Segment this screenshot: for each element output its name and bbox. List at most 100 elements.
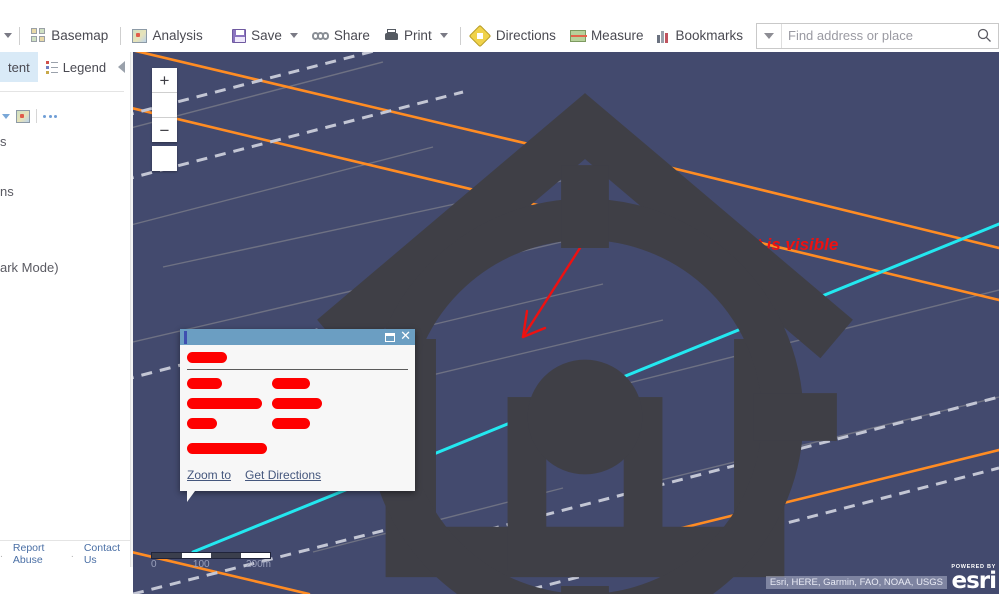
redacted-text (187, 378, 222, 389)
analysis-icon (132, 28, 148, 43)
map-attribution[interactable]: Esri, HERE, Garmin, FAO, NOAA, USGS (765, 576, 947, 589)
redacted-text (272, 378, 310, 389)
layer-item-1-label: s (0, 134, 7, 149)
layer-action-bar (0, 105, 130, 127)
chevron-down-icon[interactable] (2, 113, 10, 119)
table-cell (187, 443, 272, 454)
panel-footer: . Report Abuse . Contact Us (0, 540, 130, 567)
tab-legend-label: Legend (62, 59, 107, 75)
directions-label: Directions (495, 28, 556, 43)
tab-legend[interactable]: Legend (38, 52, 114, 82)
share-button[interactable]: Share (305, 25, 377, 46)
popup-attribute-table (187, 378, 408, 454)
scale-label-0: 0 (151, 559, 157, 570)
redacted-text (187, 443, 267, 454)
table-row (187, 398, 408, 409)
action-separator (36, 109, 37, 123)
top-toolbar: Basemap Analysis Save Share Print Direct… (0, 0, 999, 53)
table-cell (272, 418, 334, 429)
search-submit-button[interactable] (970, 24, 998, 48)
report-abuse-link[interactable]: Report Abuse (13, 542, 61, 566)
popup-accent-bar (184, 330, 187, 344)
expand-map-button[interactable] (982, 56, 995, 69)
popup-title-bar: ✕ (180, 329, 415, 345)
toolbar-overflow-caret[interactable] (0, 30, 14, 41)
layer-item-2[interactable]: ns (0, 183, 130, 201)
layer-item-3-label: ark Mode) (0, 260, 59, 275)
contact-us-link[interactable]: Contact Us (84, 542, 123, 566)
left-panel: tent Legend s ns ark Mode) . Report Abus… (0, 52, 131, 567)
get-directions-link[interactable]: Get Directions (245, 468, 321, 482)
table-row (187, 378, 408, 389)
home-button[interactable] (152, 93, 853, 578)
table-cell (272, 398, 334, 409)
popup-title-buttons: ✕ (385, 330, 411, 343)
chevron-down-icon (764, 32, 774, 39)
directions-icon (468, 24, 492, 47)
layer-options-icon[interactable] (43, 114, 57, 118)
analysis-label: Analysis (152, 28, 203, 43)
bookmarks-icon (657, 29, 670, 43)
panel-tabs: tent Legend (0, 52, 130, 82)
layer-item-2-label: ns (0, 184, 14, 199)
chevron-down-icon (289, 33, 298, 38)
collapse-panel-icon[interactable] (118, 61, 125, 73)
bookmarks-label: Bookmarks (675, 28, 743, 43)
table-cell (187, 398, 272, 409)
legend-icon (45, 60, 58, 74)
print-label: Print (403, 28, 432, 43)
table-cell (187, 418, 272, 429)
bookmarks-button[interactable]: Bookmarks (650, 25, 750, 46)
panel-divider (0, 91, 124, 92)
zoom-to-link[interactable]: Zoom to (187, 468, 231, 482)
redacted-text (187, 352, 227, 363)
footer-separator-2: . (70, 548, 74, 560)
map-canvas[interactable]: Segment is visible + − 0 100 200m Esri, … (133, 52, 999, 594)
table-cell (272, 378, 334, 389)
basemap-icon (31, 28, 46, 43)
scale-bar-labels: 0 100 200m (151, 559, 271, 570)
expand-icon (982, 56, 999, 594)
share-icon (311, 30, 329, 42)
toolbar-row: Basemap Analysis Save Share Print Direct… (0, 19, 999, 52)
esri-wordmark: esri (951, 568, 997, 594)
table-row (187, 418, 408, 429)
directions-button[interactable]: Directions (465, 24, 563, 47)
share-label: Share (333, 28, 370, 43)
zoom-controls: + − (152, 68, 853, 578)
analysis-button[interactable]: Analysis (125, 25, 209, 46)
scale-bar-segments (151, 552, 271, 559)
measure-button[interactable]: Measure (563, 25, 651, 46)
search-box (756, 22, 999, 49)
basemap-label: Basemap (51, 28, 109, 43)
chevron-down-icon (4, 33, 12, 38)
scale-label-2: 200m (245, 559, 271, 570)
tab-content-label: tent (8, 59, 30, 75)
layer-item-3[interactable]: ark Mode) (0, 259, 130, 277)
redacted-text (187, 398, 262, 409)
tab-content[interactable]: tent (0, 52, 38, 82)
table-row (187, 443, 408, 454)
print-button[interactable]: Print (377, 25, 455, 46)
redacted-text (272, 418, 310, 429)
measure-icon (569, 29, 587, 42)
search-icon (977, 28, 991, 42)
locate-button[interactable] (152, 146, 837, 594)
save-icon (232, 28, 247, 43)
chevron-down-icon (439, 33, 448, 38)
redacted-text (272, 398, 322, 409)
layer-thumbnail-icon[interactable] (16, 109, 30, 123)
scale-label-1: 100 (192, 559, 210, 570)
popup-maximize-icon[interactable] (385, 332, 396, 342)
close-icon[interactable]: ✕ (400, 330, 411, 343)
map-viewer-app: Basemap Analysis Save Share Print Direct… (0, 0, 999, 594)
footer-separator-1: . (0, 548, 3, 560)
layer-item-1[interactable]: s (0, 133, 130, 151)
save-label: Save (251, 28, 282, 43)
basemap-button[interactable]: Basemap (24, 25, 115, 46)
search-input[interactable] (782, 23, 970, 48)
esri-logo[interactable]: POWERED BY esri (946, 564, 997, 594)
search-source-dropdown[interactable] (757, 23, 782, 48)
table-cell (187, 378, 272, 389)
save-button[interactable]: Save (225, 25, 305, 46)
